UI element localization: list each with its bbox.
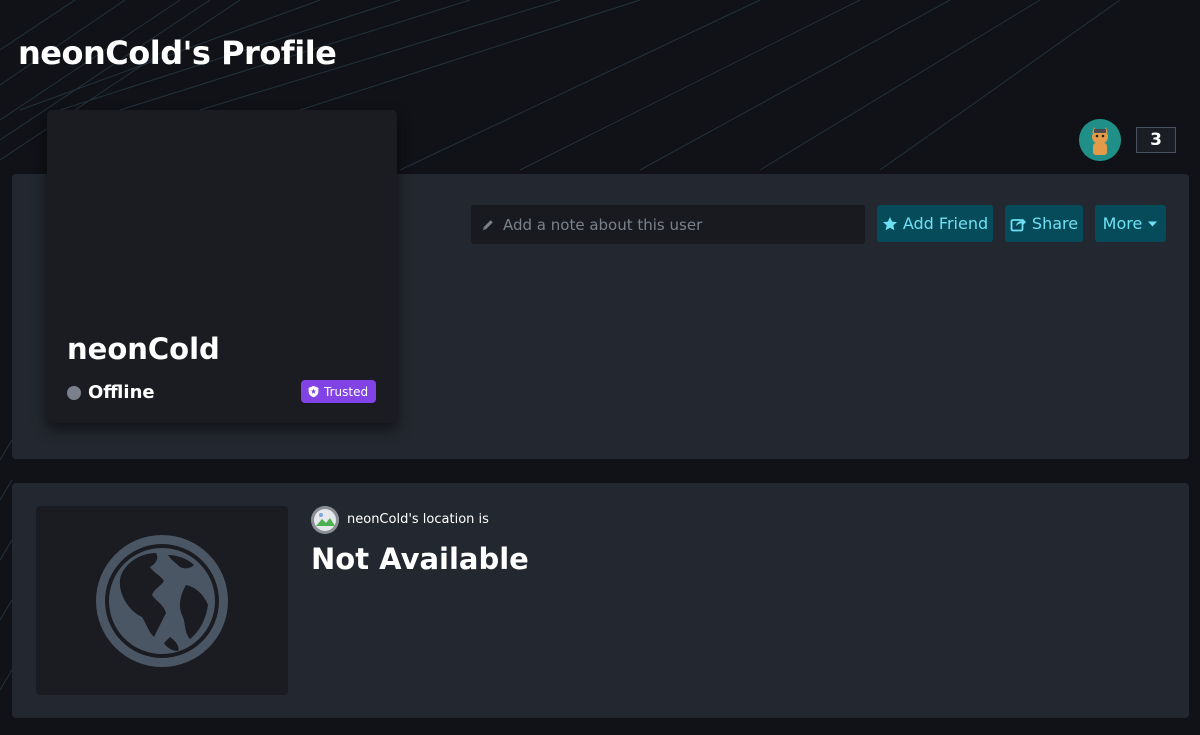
status-dot-icon <box>67 385 81 400</box>
username: neonCold <box>67 332 220 366</box>
status-indicator: Offline <box>67 382 155 403</box>
location-panel: neonCold's location is Not Available <box>12 483 1189 718</box>
share-label: Share <box>1031 214 1079 233</box>
pencil-icon <box>482 219 493 230</box>
trust-badge-label: Trusted <box>324 384 369 399</box>
shield-icon <box>308 385 319 398</box>
status-text: Offline <box>88 382 155 403</box>
add-friend-button[interactable]: Add Friend <box>877 205 993 242</box>
location-map <box>36 506 288 695</box>
user-note-field[interactable] <box>471 205 865 244</box>
share-button[interactable]: Share <box>1005 205 1083 242</box>
globe-icon <box>96 534 228 667</box>
user-note-input[interactable] <box>503 215 865 234</box>
count-badge: 3 <box>1136 127 1176 153</box>
caret-down-icon <box>1148 221 1158 226</box>
star-icon <box>882 216 897 230</box>
location-label: neonCold's location is <box>347 512 489 527</box>
location-value: Not Available <box>311 542 529 576</box>
share-icon <box>1010 218 1026 231</box>
page-title: neonCold's Profile <box>18 34 337 72</box>
add-friend-label: Add Friend <box>902 214 989 233</box>
more-label: More <box>1102 214 1143 233</box>
trust-badge: Trusted <box>301 380 377 403</box>
more-button[interactable]: More <box>1095 205 1166 242</box>
location-user-avatar <box>311 506 339 534</box>
profile-card: neonCold Offline Trusted <box>47 110 397 423</box>
user-avatar[interactable] <box>1079 119 1121 161</box>
cat-avatar-icon <box>1079 119 1121 161</box>
broken-image-icon <box>311 506 339 534</box>
